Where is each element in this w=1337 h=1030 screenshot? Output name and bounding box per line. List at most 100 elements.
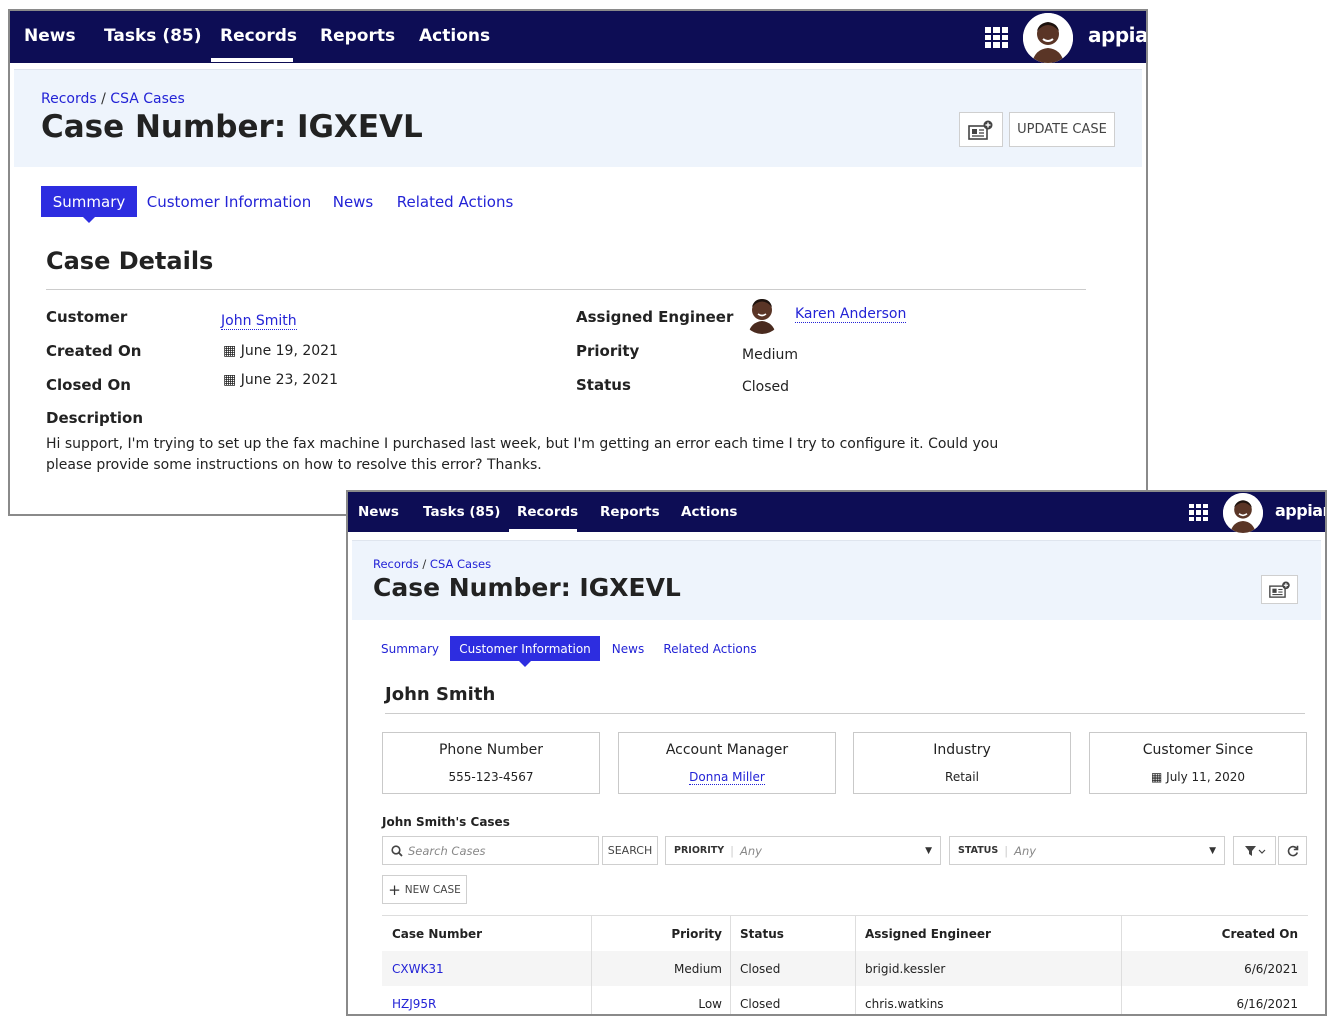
nav-active-indicator [509,529,577,532]
nav-records[interactable]: Records [220,26,297,46]
created-on-label: Created On [46,342,142,360]
case-number-link[interactable]: CXWK31 [392,951,444,986]
record-window-summary: News Tasks (85) Records Reports Actions … [8,9,1148,516]
tab-related-actions[interactable]: Related Actions [662,636,758,661]
customer-link[interactable]: John Smith [221,313,297,330]
nav-tasks[interactable]: Tasks (85) [423,504,500,520]
record-news-button[interactable] [959,112,1003,147]
tab-news[interactable]: News [327,186,379,217]
user-avatar[interactable] [1223,493,1263,533]
assigned-engineer-value: Karen Anderson [795,306,907,323]
breadcrumb-separator: / [101,91,106,107]
card-industry: Industry Retail [853,732,1071,794]
user-avatar[interactable] [1023,13,1073,63]
new-case-button[interactable]: + NEW CASE [382,875,467,904]
description-value: Hi support, I'm trying to set up the fax… [46,436,999,473]
table-header-row: Case Number Priority Status Assigned Eng… [382,916,1308,951]
calendar-icon: ▦ [223,372,241,388]
nav-reports[interactable]: Reports [320,26,395,46]
update-case-button[interactable]: UPDATE CASE [1009,112,1115,147]
priority-value: Medium [742,347,798,363]
record-news-button[interactable] [1261,575,1298,604]
app-grid-icon[interactable] [985,27,1008,48]
tab-customer-information[interactable]: Customer Information [147,186,311,217]
nav-tasks[interactable]: Tasks (85) [104,26,202,46]
search-cases-input[interactable]: Search Cases [382,836,599,865]
tab-related-actions[interactable]: Related Actions [395,186,515,217]
page-title: Case Number: IGXEVL [41,109,423,145]
column-divider [591,916,592,1014]
search-button[interactable]: SEARCH [602,836,658,865]
created-on-cell: 6/16/2021 [1236,996,1298,1011]
breadcrumb: Records / CSA Cases [41,91,185,107]
column-header-assigned-engineer[interactable]: Assigned Engineer [865,916,991,951]
status-filter-label: STATUS [958,845,999,856]
refresh-button[interactable] [1278,836,1307,865]
priority-cell: Low [698,996,722,1011]
section-divider [46,289,1086,290]
nav-records[interactable]: Records [517,504,578,520]
card-value: ▦ July 11, 2020 [1151,770,1245,784]
nav-actions[interactable]: Actions [681,504,737,520]
breadcrumb-csa-cases-link[interactable]: CSA Cases [110,91,185,107]
customer-label: Customer [46,308,128,326]
status-filter-dropdown[interactable]: STATUS | Any ▼ [949,836,1225,865]
top-navigation-bar: News Tasks (85) Records Reports Actions … [10,11,1146,63]
cases-table: Case Number Priority Status Assigned Eng… [382,915,1308,1014]
description-label: Description [46,409,144,427]
calendar-icon: ▦ [223,343,241,359]
nav-reports[interactable]: Reports [600,504,660,520]
appian-logo: appian [1275,501,1325,520]
breadcrumb-csa-cases-link[interactable]: CSA Cases [430,557,491,571]
priority-filter-label: PRIORITY [674,845,725,856]
section-title-case-details: Case Details [46,247,214,275]
breadcrumb-separator: / [422,557,427,571]
priority-filter-value: Any [739,843,762,858]
newspaper-add-icon [968,120,993,140]
closed-on-value: ▦ June 23, 2021 [223,372,338,388]
card-title: Phone Number [438,742,544,758]
calendar-icon: ▦ [1151,770,1167,784]
breadcrumb-records-link[interactable]: Records [373,557,419,571]
priority-cell: Medium [674,961,722,976]
filter-icon [1244,845,1265,856]
nav-news[interactable]: News [358,504,399,520]
card-title: Customer Since [1142,742,1254,758]
top-navigation-bar: News Tasks (85) Records Reports Actions … [348,492,1325,533]
assigned-engineer-cell: brigid.kessler [865,961,946,976]
case-number-link[interactable]: HZJ95R [392,986,436,1014]
column-header-priority[interactable]: Priority [592,916,722,951]
status-value: Closed [742,379,790,395]
tab-news[interactable]: News [607,636,649,661]
refresh-icon [1287,845,1298,856]
created-on-value: ▦ June 19, 2021 [223,343,338,359]
table-row: CXWK31 Medium Closed brigid.kessler 6/6/… [382,951,1308,986]
tab-customer-information[interactable]: Customer Information [450,636,600,667]
appian-logo: appian [1088,23,1148,47]
column-header-case-number[interactable]: Case Number [392,916,482,951]
nav-active-indicator [211,58,293,62]
tab-summary[interactable]: Summary [41,186,137,223]
column-divider [855,916,856,1014]
app-grid-icon[interactable] [1189,504,1208,521]
created-on-cell: 6/6/2021 [1244,961,1298,976]
priority-label: Priority [576,342,640,360]
status-cell: Closed [740,996,781,1011]
column-divider [730,916,731,1014]
plus-icon: + [388,880,401,899]
breadcrumb: Records / CSA Cases [373,557,491,571]
tab-summary[interactable]: Summary [378,636,442,661]
filter-menu-button[interactable] [1233,836,1276,865]
chevron-down-icon: ▼ [1209,845,1216,856]
nav-news[interactable]: News [24,26,76,46]
nav-actions[interactable]: Actions [419,26,490,46]
assigned-engineer-label: Assigned Engineer [576,308,734,326]
breadcrumb-records-link[interactable]: Records [41,91,97,107]
card-value: Donna Miller [619,770,835,785]
assigned-engineer-link[interactable]: Karen Anderson [795,306,907,323]
priority-filter-dropdown[interactable]: PRIORITY | Any ▼ [665,836,941,865]
account-manager-link[interactable]: Donna Miller [689,770,765,785]
table-row: HZJ95R Low Closed chris.watkins 6/16/202… [382,986,1308,1014]
column-header-status[interactable]: Status [740,916,784,951]
column-header-created-on[interactable]: Created On [1122,916,1298,951]
